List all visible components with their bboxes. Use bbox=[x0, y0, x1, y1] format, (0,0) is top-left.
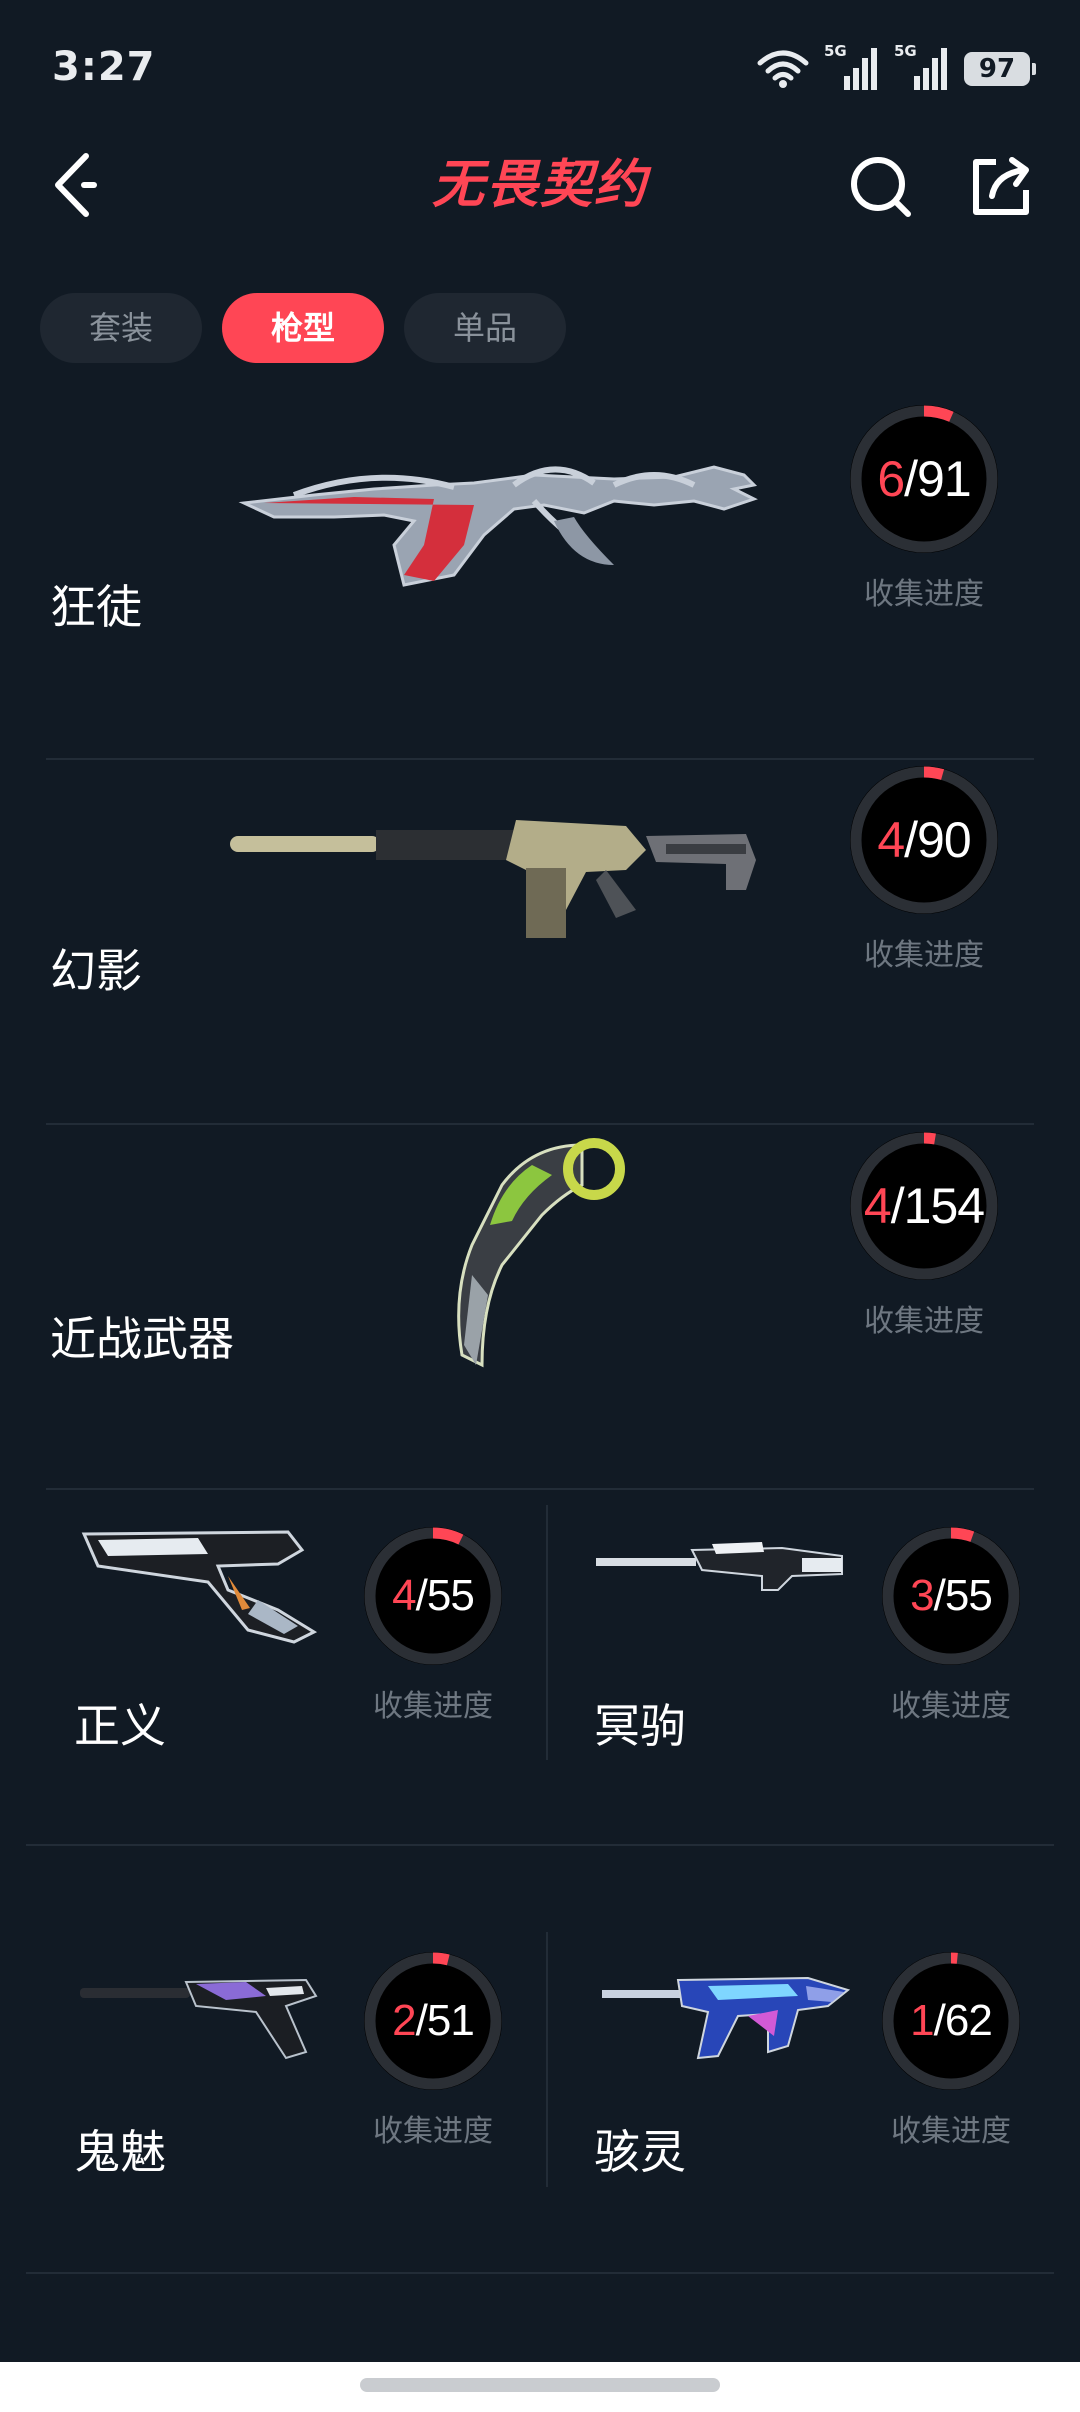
app-header: 无畏契约 bbox=[0, 130, 1080, 240]
total-count: 51 bbox=[426, 1996, 475, 2045]
app-logo: 无畏契约 bbox=[431, 155, 648, 215]
cell-signal-icon: 5G bbox=[894, 42, 950, 92]
weapon-image bbox=[602, 1976, 851, 2060]
progress-count: 6/91 bbox=[850, 405, 998, 553]
battery-indicator: 97 bbox=[964, 52, 1036, 86]
divider bbox=[26, 1844, 1054, 1846]
status-time: 3:27 bbox=[52, 44, 156, 90]
tab-items[interactable]: 单品 bbox=[404, 293, 566, 363]
progress-ring: 2/51 bbox=[364, 1952, 502, 2090]
owned-count: 6 bbox=[877, 451, 905, 507]
weapon-image bbox=[596, 1542, 843, 1591]
collection-progress: 3/55 收集进度 bbox=[882, 1527, 1020, 1725]
progress-count: 2/51 bbox=[364, 1952, 502, 2090]
owned-count: 2 bbox=[392, 1996, 417, 2045]
weapon-name: 狂徒 bbox=[50, 580, 142, 634]
weapon-image bbox=[230, 820, 756, 938]
weapon-name: 骇灵 bbox=[594, 2125, 686, 2179]
progress-count: 1/62 bbox=[882, 1952, 1020, 2090]
count-separator: / bbox=[904, 451, 918, 507]
search-icon bbox=[851, 157, 911, 217]
weapon-image bbox=[81, 1530, 318, 1644]
weapon-card[interactable]: 狂徒 6/91 收集进度 bbox=[46, 395, 1034, 760]
total-count: 55 bbox=[426, 1571, 475, 1620]
count-separator: / bbox=[890, 1178, 905, 1234]
cell-signal-icon: 5G bbox=[824, 42, 880, 92]
collection-progress: 4/55 收集进度 bbox=[364, 1527, 502, 1725]
progress-label: 收集进度 bbox=[864, 577, 984, 612]
share-button[interactable] bbox=[966, 152, 1036, 222]
wifi-icon bbox=[757, 50, 809, 88]
home-indicator[interactable] bbox=[360, 2378, 720, 2392]
progress-ring: 3/55 bbox=[882, 1527, 1020, 1665]
collection-progress: 1/62 收集进度 bbox=[882, 1952, 1020, 2150]
signal-type-label: 5G bbox=[824, 42, 847, 60]
weapon-name: 鬼魅 bbox=[74, 2125, 166, 2179]
weapon-name: 幻影 bbox=[50, 944, 142, 998]
chevron-left-icon bbox=[55, 153, 97, 217]
weapon-image bbox=[238, 465, 758, 587]
progress-label: 收集进度 bbox=[373, 1689, 493, 1724]
weapon-image bbox=[457, 1138, 625, 1368]
count-separator: / bbox=[933, 1571, 946, 1620]
progress-ring: 4/154 bbox=[850, 1132, 998, 1280]
progress-count: 4/55 bbox=[364, 1527, 502, 1665]
status-bar: 3:27 5G 5G 97 bbox=[0, 0, 1080, 130]
column-divider bbox=[546, 1505, 548, 1760]
progress-count: 3/55 bbox=[882, 1527, 1020, 1665]
progress-label: 收集进度 bbox=[864, 1304, 984, 1339]
weapon-name: 正义 bbox=[74, 1699, 166, 1753]
status-icons: 5G 5G 97 bbox=[756, 42, 1036, 92]
signal-type-label: 5G bbox=[894, 42, 917, 60]
progress-ring: 4/55 bbox=[364, 1527, 502, 1665]
total-count: 154 bbox=[903, 1178, 985, 1234]
total-count: 62 bbox=[944, 1996, 993, 2045]
weapon-card[interactable]: 正义 4/55 收集进度 bbox=[26, 1490, 546, 1915]
progress-count: 4/90 bbox=[850, 766, 998, 914]
weapon-image bbox=[80, 1978, 318, 2060]
owned-count: 3 bbox=[910, 1571, 935, 1620]
progress-label: 收集进度 bbox=[373, 2114, 493, 2149]
weapon-name: 近战武器 bbox=[50, 1312, 234, 1366]
collection-progress: 4/154 收集进度 bbox=[850, 1132, 998, 1340]
collection-progress: 2/51 收集进度 bbox=[364, 1952, 502, 2150]
progress-label: 收集进度 bbox=[891, 2114, 1011, 2149]
collection-progress: 6/91 收集进度 bbox=[850, 405, 998, 613]
share-icon bbox=[973, 157, 1029, 215]
weapon-name: 冥驹 bbox=[594, 1699, 686, 1753]
count-separator: / bbox=[415, 1571, 428, 1620]
weapon-card[interactable]: 幻影 4/90 收集进度 bbox=[46, 760, 1034, 1125]
progress-ring: 1/62 bbox=[882, 1952, 1020, 2090]
progress-label: 收集进度 bbox=[864, 938, 984, 973]
count-separator: / bbox=[415, 1996, 428, 2045]
owned-count: 4 bbox=[863, 1178, 892, 1234]
owned-count: 4 bbox=[877, 812, 905, 868]
column-divider bbox=[546, 1932, 548, 2187]
divider bbox=[26, 2272, 1054, 2274]
weapon-card[interactable]: 冥驹 3/55 收集进度 bbox=[546, 1490, 1066, 1915]
weapon-card[interactable]: 鬼魅 2/51 收集进度 bbox=[26, 1916, 546, 2341]
collection-progress: 4/90 收集进度 bbox=[850, 766, 998, 974]
total-count: 55 bbox=[944, 1571, 993, 1620]
search-button[interactable] bbox=[846, 152, 916, 222]
collection-page: 3:27 5G 5G 97 无畏契约 套装 枪型 单品 狂徒 6 / 91 收集… bbox=[0, 0, 1080, 2412]
tab-sets[interactable]: 套装 bbox=[40, 293, 202, 363]
category-tabs: 套装 枪型 单品 bbox=[40, 293, 566, 363]
tab-weapon-types[interactable]: 枪型 bbox=[222, 293, 384, 363]
progress-count: 4/154 bbox=[850, 1132, 998, 1280]
owned-count: 4 bbox=[392, 1571, 417, 1620]
progress-label: 收集进度 bbox=[891, 1689, 1011, 1724]
weapon-card[interactable]: 近战武器 4/154 收集进度 bbox=[46, 1125, 1034, 1490]
total-count: 91 bbox=[917, 451, 972, 507]
weapon-card[interactable]: 骇灵 1/62 收集进度 bbox=[546, 1916, 1066, 2341]
progress-ring: 6/91 bbox=[850, 405, 998, 553]
count-separator: / bbox=[904, 812, 918, 868]
owned-count: 1 bbox=[910, 1996, 935, 2045]
total-count: 90 bbox=[917, 812, 972, 868]
count-separator: / bbox=[933, 1996, 946, 2045]
back-button[interactable] bbox=[40, 150, 110, 220]
progress-ring: 4/90 bbox=[850, 766, 998, 914]
